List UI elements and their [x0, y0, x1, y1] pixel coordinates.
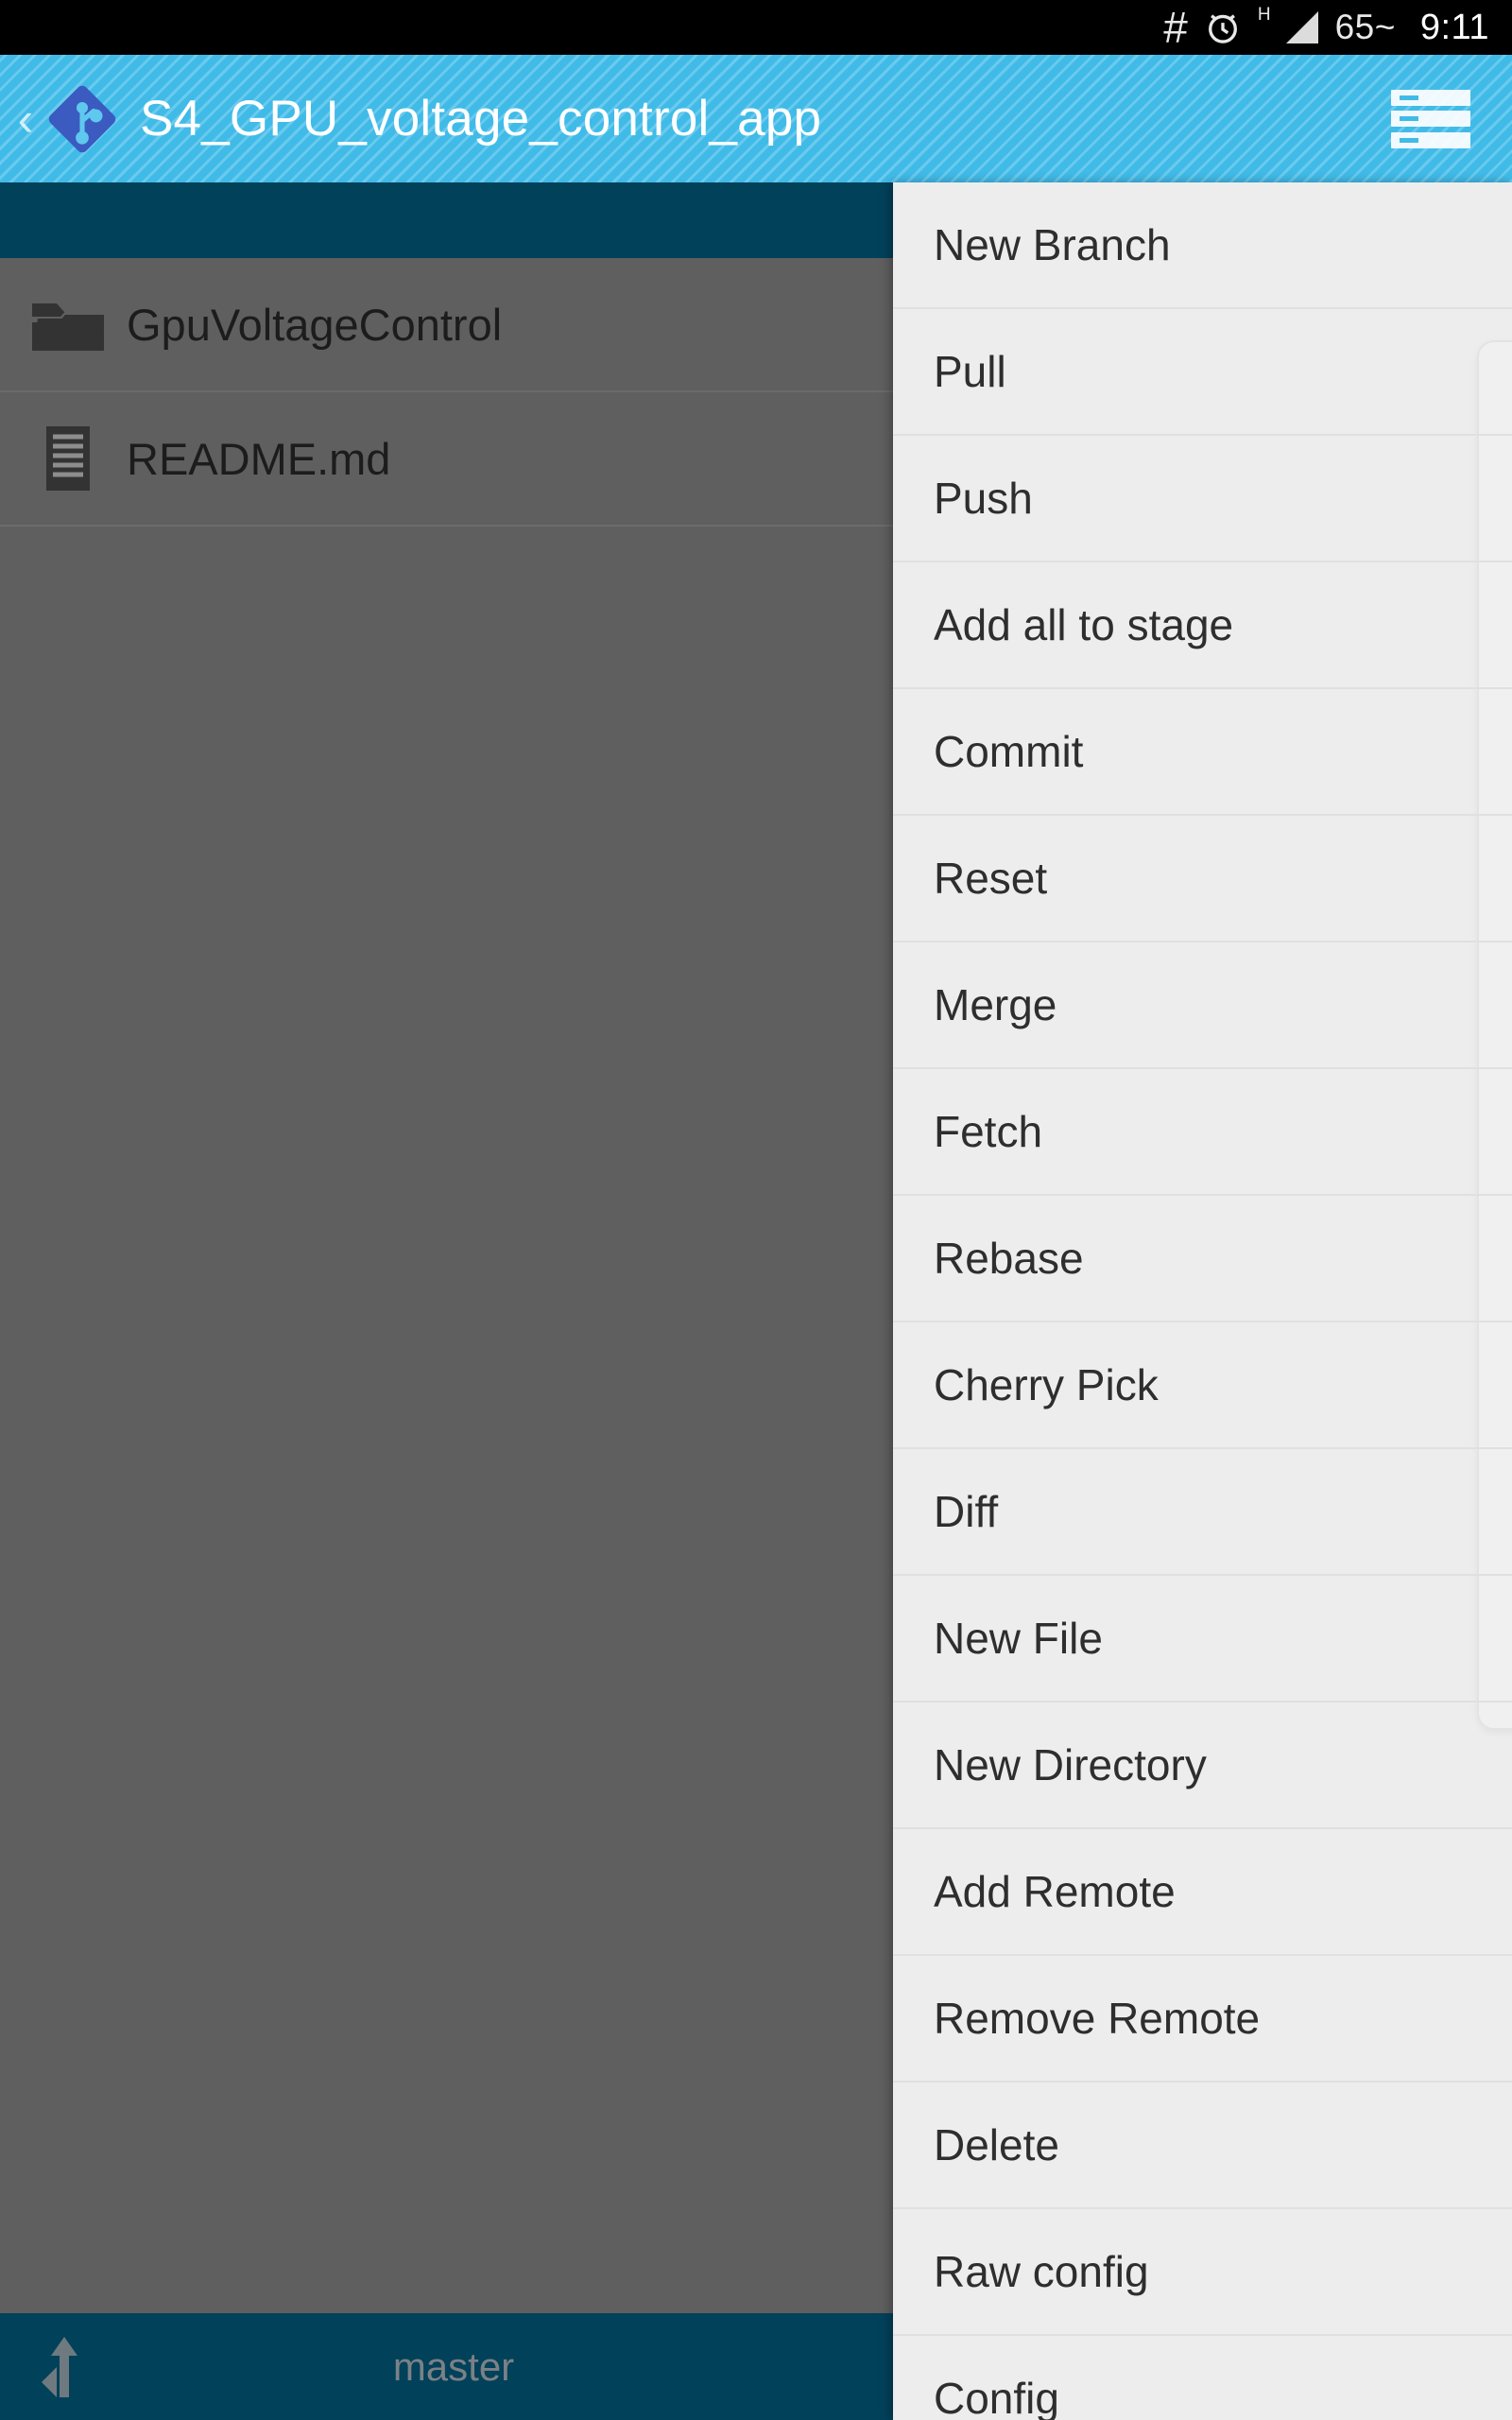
file-document-icon: [23, 424, 113, 493]
hash-icon: #: [1163, 3, 1188, 52]
battery-level: 65~: [1334, 8, 1396, 46]
overflow-list-row: [1391, 111, 1470, 127]
menu-item-cherry-pick[interactable]: Cherry Pick: [893, 1322, 1512, 1449]
menu-item-remove-remote[interactable]: Remove Remote: [893, 1956, 1512, 2083]
overflow-menu: New Branch Pull Push Add all to stage Co…: [893, 182, 1512, 2420]
folder-icon: [23, 294, 113, 354]
menu-item-add-remote[interactable]: Add Remote: [893, 1829, 1512, 1956]
menu-item-new-file[interactable]: New File: [893, 1576, 1512, 1703]
signal-icon: [1282, 8, 1320, 47]
current-branch-label: master: [392, 2343, 515, 2389]
status-bar: # H 65~ 9:11: [0, 0, 1512, 55]
menu-item-push[interactable]: Push: [893, 436, 1512, 562]
overflow-list-row: [1391, 131, 1470, 148]
page-title: S4_GPU_voltage_control_app: [140, 91, 822, 147]
menu-item-new-directory[interactable]: New Directory: [893, 1703, 1512, 1829]
overflow-list-row: [1391, 89, 1470, 106]
menu-item-diff[interactable]: Diff: [893, 1449, 1512, 1576]
menu-item-add-all-to-stage[interactable]: Add all to stage: [893, 562, 1512, 689]
clock-time: 9:11: [1419, 7, 1489, 47]
overflow-list-icon[interactable]: [1391, 89, 1470, 148]
menu-item-commit[interactable]: Commit: [893, 689, 1512, 816]
list-item-label: README.md: [127, 433, 391, 484]
menu-item-delete[interactable]: Delete: [893, 2083, 1512, 2209]
menu-item-merge[interactable]: Merge: [893, 942, 1512, 1069]
network-type-label: H: [1257, 5, 1271, 25]
menu-item-rebase[interactable]: Rebase: [893, 1196, 1512, 1322]
menu-item-reset[interactable]: Reset: [893, 816, 1512, 942]
menu-item-new-branch[interactable]: New Branch: [893, 182, 1512, 309]
menu-item-fetch[interactable]: Fetch: [893, 1069, 1512, 1196]
git-logo-icon: [42, 78, 123, 160]
menu-item-raw-config[interactable]: Raw config: [893, 2209, 1512, 2336]
menu-item-config[interactable]: Config: [893, 2336, 1512, 2420]
menu-item-pull[interactable]: Pull: [893, 309, 1512, 436]
alarm-clock-icon: [1203, 8, 1243, 47]
app-header: ‹ S4_GPU_voltage_control_app: [0, 55, 1512, 182]
list-item-label: GpuVoltageControl: [127, 299, 503, 350]
